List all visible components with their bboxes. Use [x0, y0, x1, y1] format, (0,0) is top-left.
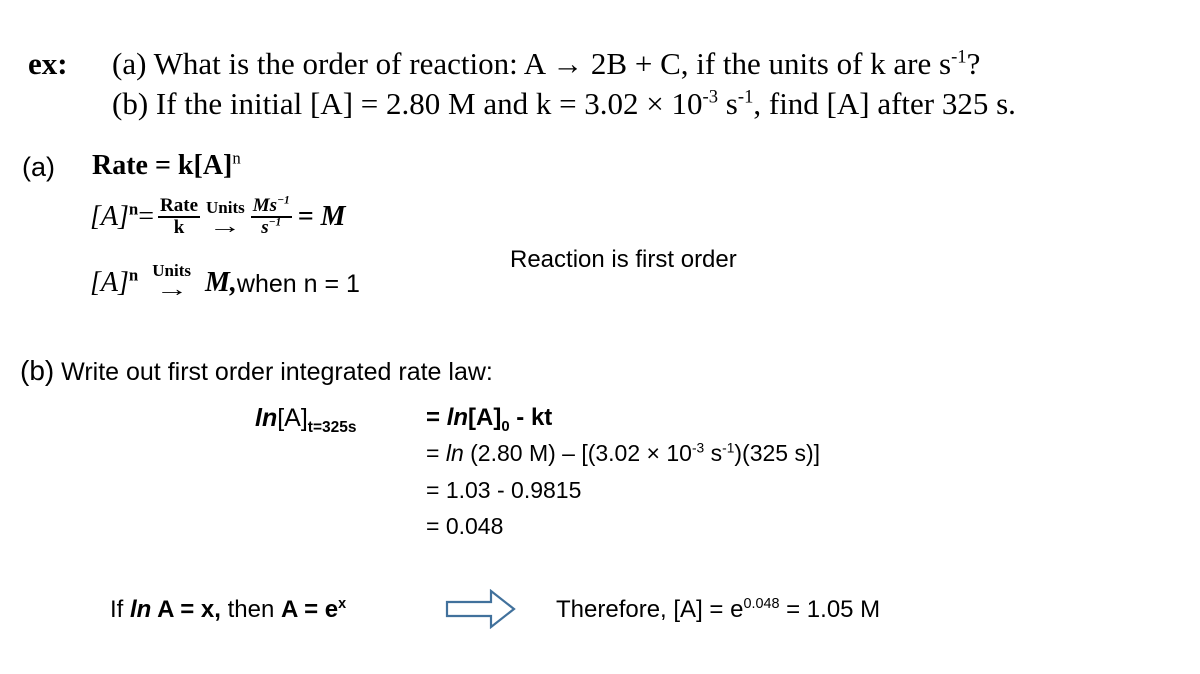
- block-right-arrow-icon: [445, 589, 516, 629]
- first-order-units: [A]n Units → M, when n = 1: [90, 261, 360, 301]
- part-a-label: (a): [22, 152, 55, 182]
- right-arrow-icon: →: [208, 213, 242, 239]
- an-term: [A]n: [90, 200, 139, 233]
- step-1: = ln[A]0 - kt: [426, 404, 553, 435]
- rate-over-k-fraction: Rate k: [158, 195, 201, 238]
- step-2: = ln (2.80 M) – [(3.02 × 10-3 s-1)(325 s…: [426, 440, 821, 466]
- units-arrow: Units →: [206, 198, 245, 239]
- example-label: ex:: [28, 46, 68, 81]
- question-b: (b) If the initial [A] = 2.80 M and k = …: [112, 86, 1016, 121]
- part-b-heading: (b) Write out first order integrated rat…: [20, 355, 493, 386]
- arrow-shape: [445, 589, 516, 629]
- step-4: = 0.048: [426, 513, 504, 539]
- units-derivation: [A]n = Rate k Units → Ms−1 s−1 = M: [90, 194, 346, 239]
- final-answer: Therefore, [A] = e0.048 = 1.05 M: [556, 596, 881, 623]
- units-arrow-2: Units →: [152, 261, 191, 301]
- step-3: = 1.03 - 0.9815: [426, 477, 582, 503]
- rate-law: Rate = k[A]n: [92, 148, 241, 181]
- units-fraction: Ms−1 s−1: [250, 194, 292, 238]
- conclusion-text: Reaction is first order: [510, 246, 737, 273]
- right-arrow-icon: →: [155, 276, 189, 301]
- units-result: = M: [297, 201, 346, 233]
- exponential-rule: If ln A = x, then A = ex: [110, 596, 347, 623]
- integrated-lhs: ln[A]t=325s: [255, 404, 357, 436]
- question-a: (a) What is the order of reaction: A → 2…: [112, 46, 981, 81]
